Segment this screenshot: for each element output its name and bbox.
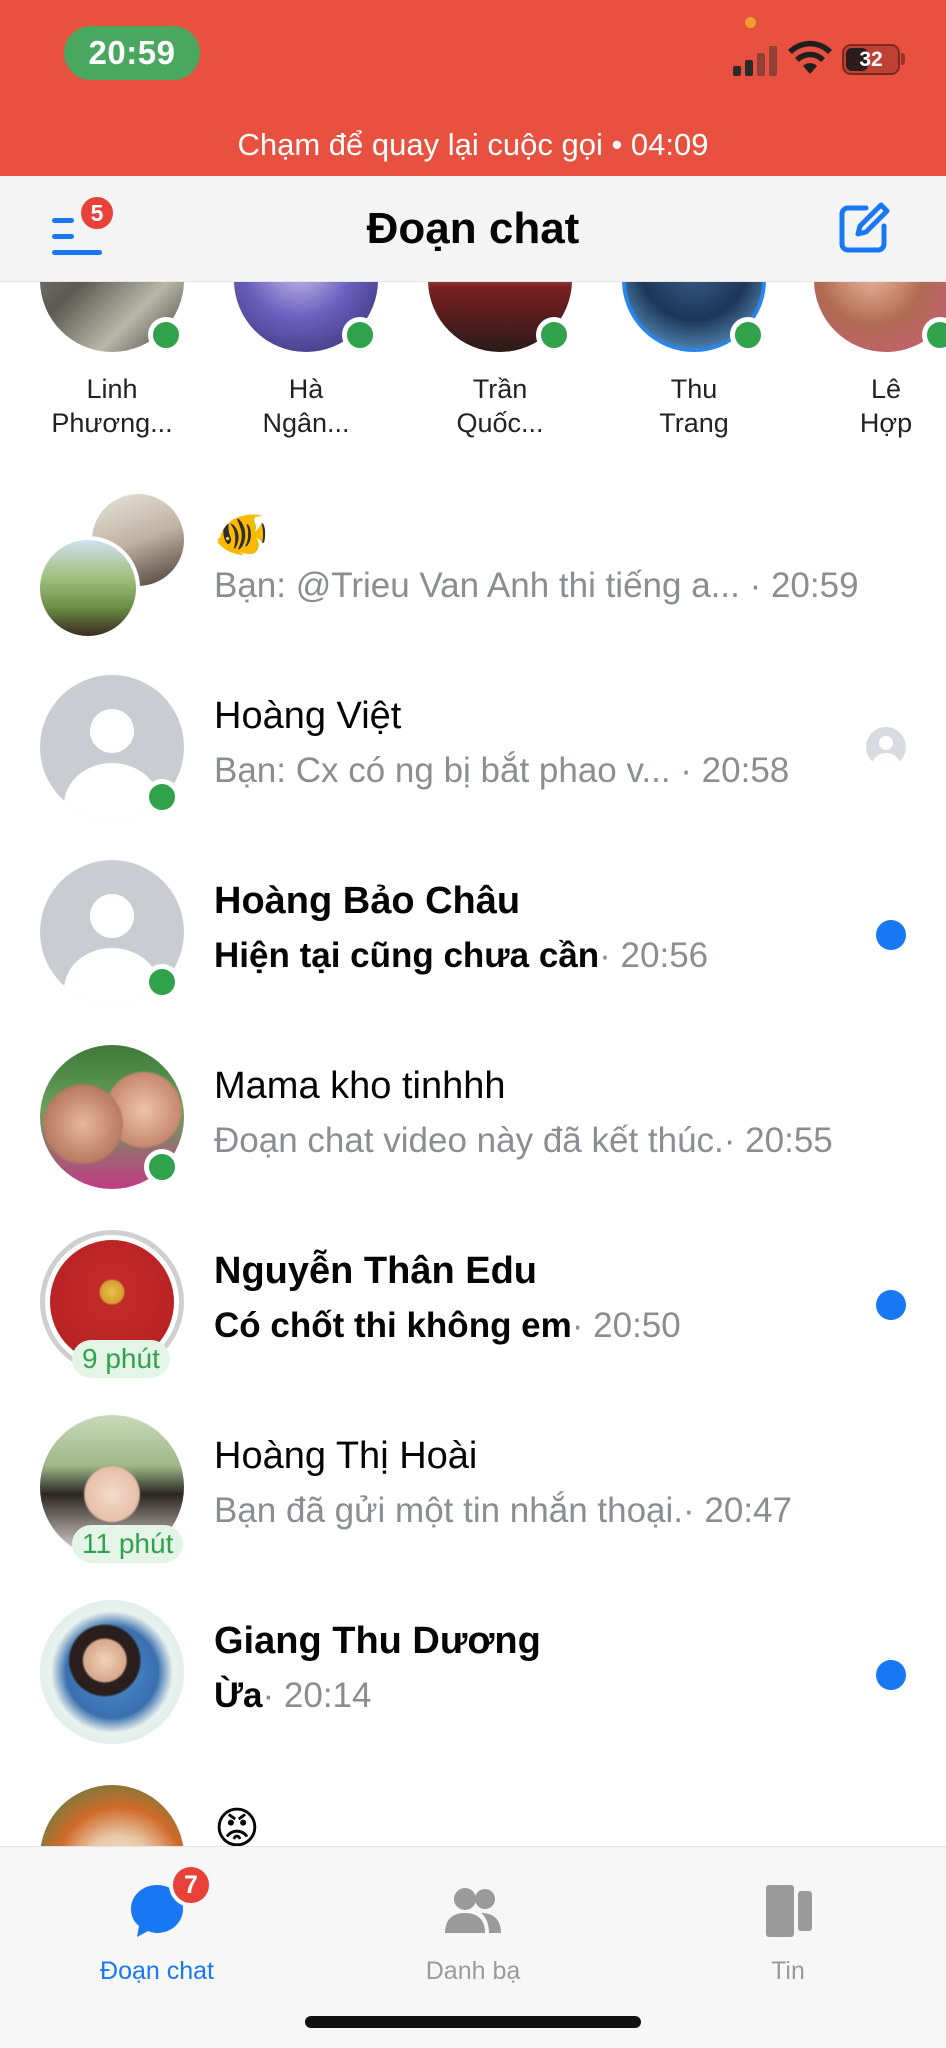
- online-indicator: [148, 317, 184, 353]
- chat-name: 🐠: [214, 510, 269, 559]
- story-item[interactable]: Lê Hợp: [806, 282, 946, 450]
- chat-time: · 20:58: [670, 751, 790, 790]
- battery-level: 32: [859, 47, 883, 71]
- compose-icon[interactable]: [836, 200, 892, 256]
- chat-row[interactable]: Hoàng Việt Bạn: Cx có ng bị bắt phao v..…: [0, 675, 946, 860]
- wifi-icon: [788, 40, 832, 74]
- battery-icon: 32: [842, 44, 900, 75]
- menu-button[interactable]: 5: [52, 194, 116, 266]
- chat-time: · 20:14: [262, 1676, 372, 1715]
- tab-stories-label: Tin: [771, 1957, 805, 1985]
- tab-chats-label: Đoạn chat: [100, 1957, 214, 1985]
- online-indicator: [144, 779, 180, 815]
- chat-preview: Bạn: @Trieu Van Anh thi tiếng a... · 20:…: [214, 566, 859, 605]
- online-indicator: [536, 317, 572, 353]
- story-item[interactable]: Thu Trang: [614, 282, 774, 450]
- chat-row[interactable]: Giang Thu Dương Ừa· 20:14: [0, 1600, 946, 1785]
- story-item[interactable]: Hà Ngân...: [226, 282, 386, 450]
- seen-indicator: [866, 727, 906, 767]
- tab-chats[interactable]: 7 Đoạn chat: [57, 1863, 257, 1997]
- online-indicator: [144, 1149, 180, 1185]
- chat-time: · 20:55: [723, 1121, 833, 1160]
- story-name: Lê Hợp: [859, 374, 913, 438]
- group-avatar-2: [36, 536, 140, 640]
- chat-preview: Bạn: Cx có ng bị bắt phao v... · 20:58: [214, 751, 790, 790]
- story-item[interactable]: Linh Phương...: [32, 282, 192, 450]
- active-time-badge: 11 phút: [72, 1525, 184, 1563]
- cellular-signal-icon: [733, 46, 779, 76]
- chats-count-badge: 7: [169, 1863, 213, 1907]
- chat-preview: Bạn đã gửi một tin nhắn thoại.· 20:47: [214, 1491, 792, 1530]
- chat-name: Hoàng Thị Hoài: [214, 1435, 478, 1477]
- header: 5 Đoạn chat: [0, 176, 946, 282]
- chat-preview: Ừa· 20:14: [214, 1676, 372, 1715]
- chat-row[interactable]: Mama kho tinhhh Đoạn chat video này đã k…: [0, 1045, 946, 1230]
- tab-contacts[interactable]: Danh bạ: [373, 1867, 573, 1997]
- return-to-call-banner[interactable]: Chạm để quay lại cuộc gọi • 04:09: [0, 122, 946, 168]
- chat-row[interactable]: 11 phút Hoàng Thị Hoài Bạn đã gửi một ti…: [0, 1415, 946, 1600]
- unread-indicator: [876, 1290, 906, 1320]
- chat-name: Hoàng Việt: [214, 695, 402, 737]
- unread-indicator: [876, 920, 906, 950]
- tab-contacts-label: Danh bạ: [425, 1957, 521, 1985]
- chat-name: Nguyễn Thân Edu: [214, 1250, 537, 1292]
- story-name: Trần Quốc...: [456, 374, 544, 438]
- chat-name: 😡: [214, 1804, 260, 1846]
- online-indicator: [730, 317, 766, 353]
- avatar: [40, 1600, 184, 1744]
- chat-row[interactable]: 9 phút Nguyễn Thân Edu Có chốt thi không…: [0, 1230, 946, 1415]
- chat-time: · 20:50: [571, 1306, 681, 1345]
- chat-row[interactable]: Hoàng Bảo Châu Hiện tại cũng chưa cần· 2…: [0, 860, 946, 1045]
- chat-name: Hoàng Bảo Châu: [214, 880, 521, 922]
- unread-indicator: [876, 1660, 906, 1690]
- chat-name: Giang Thu Dương: [214, 1620, 541, 1662]
- online-indicator: [144, 964, 180, 1000]
- online-indicator: [342, 317, 378, 353]
- chat-preview: Đoạn chat video này đã kết thúc.· 20:55: [214, 1121, 833, 1160]
- chat-preview: Hiện tại cũng chưa cần· 20:56: [214, 936, 709, 975]
- story-name: Linh Phương...: [51, 374, 173, 438]
- stories-icon: [766, 1885, 812, 1937]
- online-indicator: [922, 317, 946, 353]
- story-name: Hà Ngân...: [262, 374, 350, 438]
- call-status-bar[interactable]: 20:59 32 Chạm để quay lại cuộc gọi • 04:…: [0, 0, 946, 176]
- people-icon: [445, 1888, 501, 1933]
- home-indicator[interactable]: [305, 2016, 641, 2028]
- avatar: [40, 1785, 184, 1846]
- mic-indicator-dot: [745, 17, 756, 28]
- chat-row[interactable]: 😡: [0, 1785, 946, 1846]
- seen-user-icon: [872, 736, 900, 767]
- menu-icon: [52, 218, 74, 223]
- status-time: 20:59: [64, 26, 200, 80]
- chat-preview: Có chốt thi không em· 20:50: [214, 1306, 681, 1345]
- page-title: Đoạn chat: [366, 204, 580, 253]
- active-friends-row: Linh Phương... Hà Ngân... Trần Quốc... T…: [0, 282, 946, 450]
- story-name: Thu Trang: [659, 374, 729, 438]
- chat-name: Mama kho tinhhh: [214, 1065, 506, 1107]
- chat-row[interactable]: 🐠 Bạn: @Trieu Van Anh thi tiếng a... · 2…: [0, 490, 946, 675]
- chat-time: · 20:47: [683, 1491, 792, 1530]
- chat-time: · 20:56: [599, 936, 709, 975]
- active-time-badge: 9 phút: [72, 1340, 170, 1378]
- story-item[interactable]: Trần Quốc...: [420, 282, 580, 450]
- menu-notification-badge: 5: [78, 194, 116, 232]
- tab-stories[interactable]: Tin: [688, 1867, 888, 1997]
- chat-time: · 20:59: [739, 566, 859, 605]
